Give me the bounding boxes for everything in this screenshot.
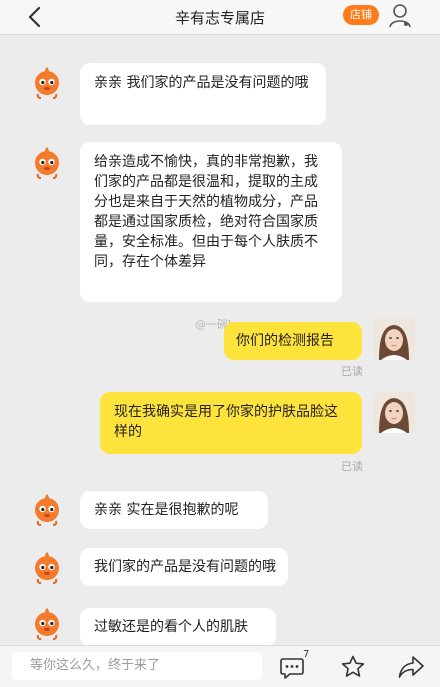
shop-mascot-avatar[interactable]: [29, 605, 65, 641]
read-status: 已读: [341, 365, 363, 378]
comment-count: 7: [303, 649, 310, 660]
comment-icon[interactable]: [279, 654, 305, 680]
read-status: 已读: [341, 460, 363, 473]
message-text: 现在我确实是用了你家的护肤品脸这样的: [114, 404, 338, 440]
message-bubble-right: 你们的检测报告: [224, 322, 362, 360]
user-avatar[interactable]: [373, 318, 415, 360]
message-bubble-left: 给亲造成不愉快，真的非常抱歉，我们家的产品都是很温和，提取的主成分也是来自于天然…: [80, 142, 342, 302]
bottom-bar: 等你这么久，终于来了 7: [0, 645, 440, 687]
message-text: 给亲造成不愉快，真的非常抱歉，我们家的产品都是很温和，提取的主成分也是来自于天然…: [94, 154, 318, 270]
message-text: 亲亲 实在是很抱歉的呢: [94, 502, 239, 518]
share-icon[interactable]: [397, 654, 425, 680]
message-input[interactable]: 等你这么久，终于来了: [12, 652, 262, 680]
message-text: 你们的检测报告: [236, 333, 334, 349]
shop-button[interactable]: 店铺: [343, 5, 379, 25]
message-bubble-left: 我们家的产品是没有问题的哦: [80, 548, 288, 586]
shop-mascot-avatar[interactable]: [29, 144, 65, 180]
shop-mascot-avatar[interactable]: [29, 64, 65, 100]
message-list[interactable]: 亲亲 我们家的产品是没有问题的哦 给亲造成不愉快，真的非常抱歉，我们家的产品都是…: [0, 35, 440, 646]
message-bubble-right: 现在我确实是用了你家的护肤品脸这样的: [100, 392, 362, 454]
message-bubble-left: 亲亲 我们家的产品是没有问题的哦: [80, 63, 326, 125]
message-text: 我们家的产品是没有问题的哦: [94, 559, 276, 575]
message-text: 亲亲 我们家的产品是没有问题的哦: [94, 75, 309, 91]
message-text: 过敏还是的看个人的肌肤: [94, 619, 248, 635]
message-bubble-left: 过敏还是的看个人的肌肤: [80, 608, 276, 646]
person-icon[interactable]: [388, 3, 412, 29]
shop-mascot-avatar[interactable]: [29, 491, 65, 527]
shop-mascot-avatar[interactable]: [29, 549, 65, 585]
star-icon[interactable]: [340, 654, 366, 680]
message-bubble-left: 亲亲 实在是很抱歉的呢: [80, 491, 268, 529]
chat-header: 辛有志专属店 店铺: [0, 0, 440, 35]
user-avatar[interactable]: [373, 391, 415, 433]
